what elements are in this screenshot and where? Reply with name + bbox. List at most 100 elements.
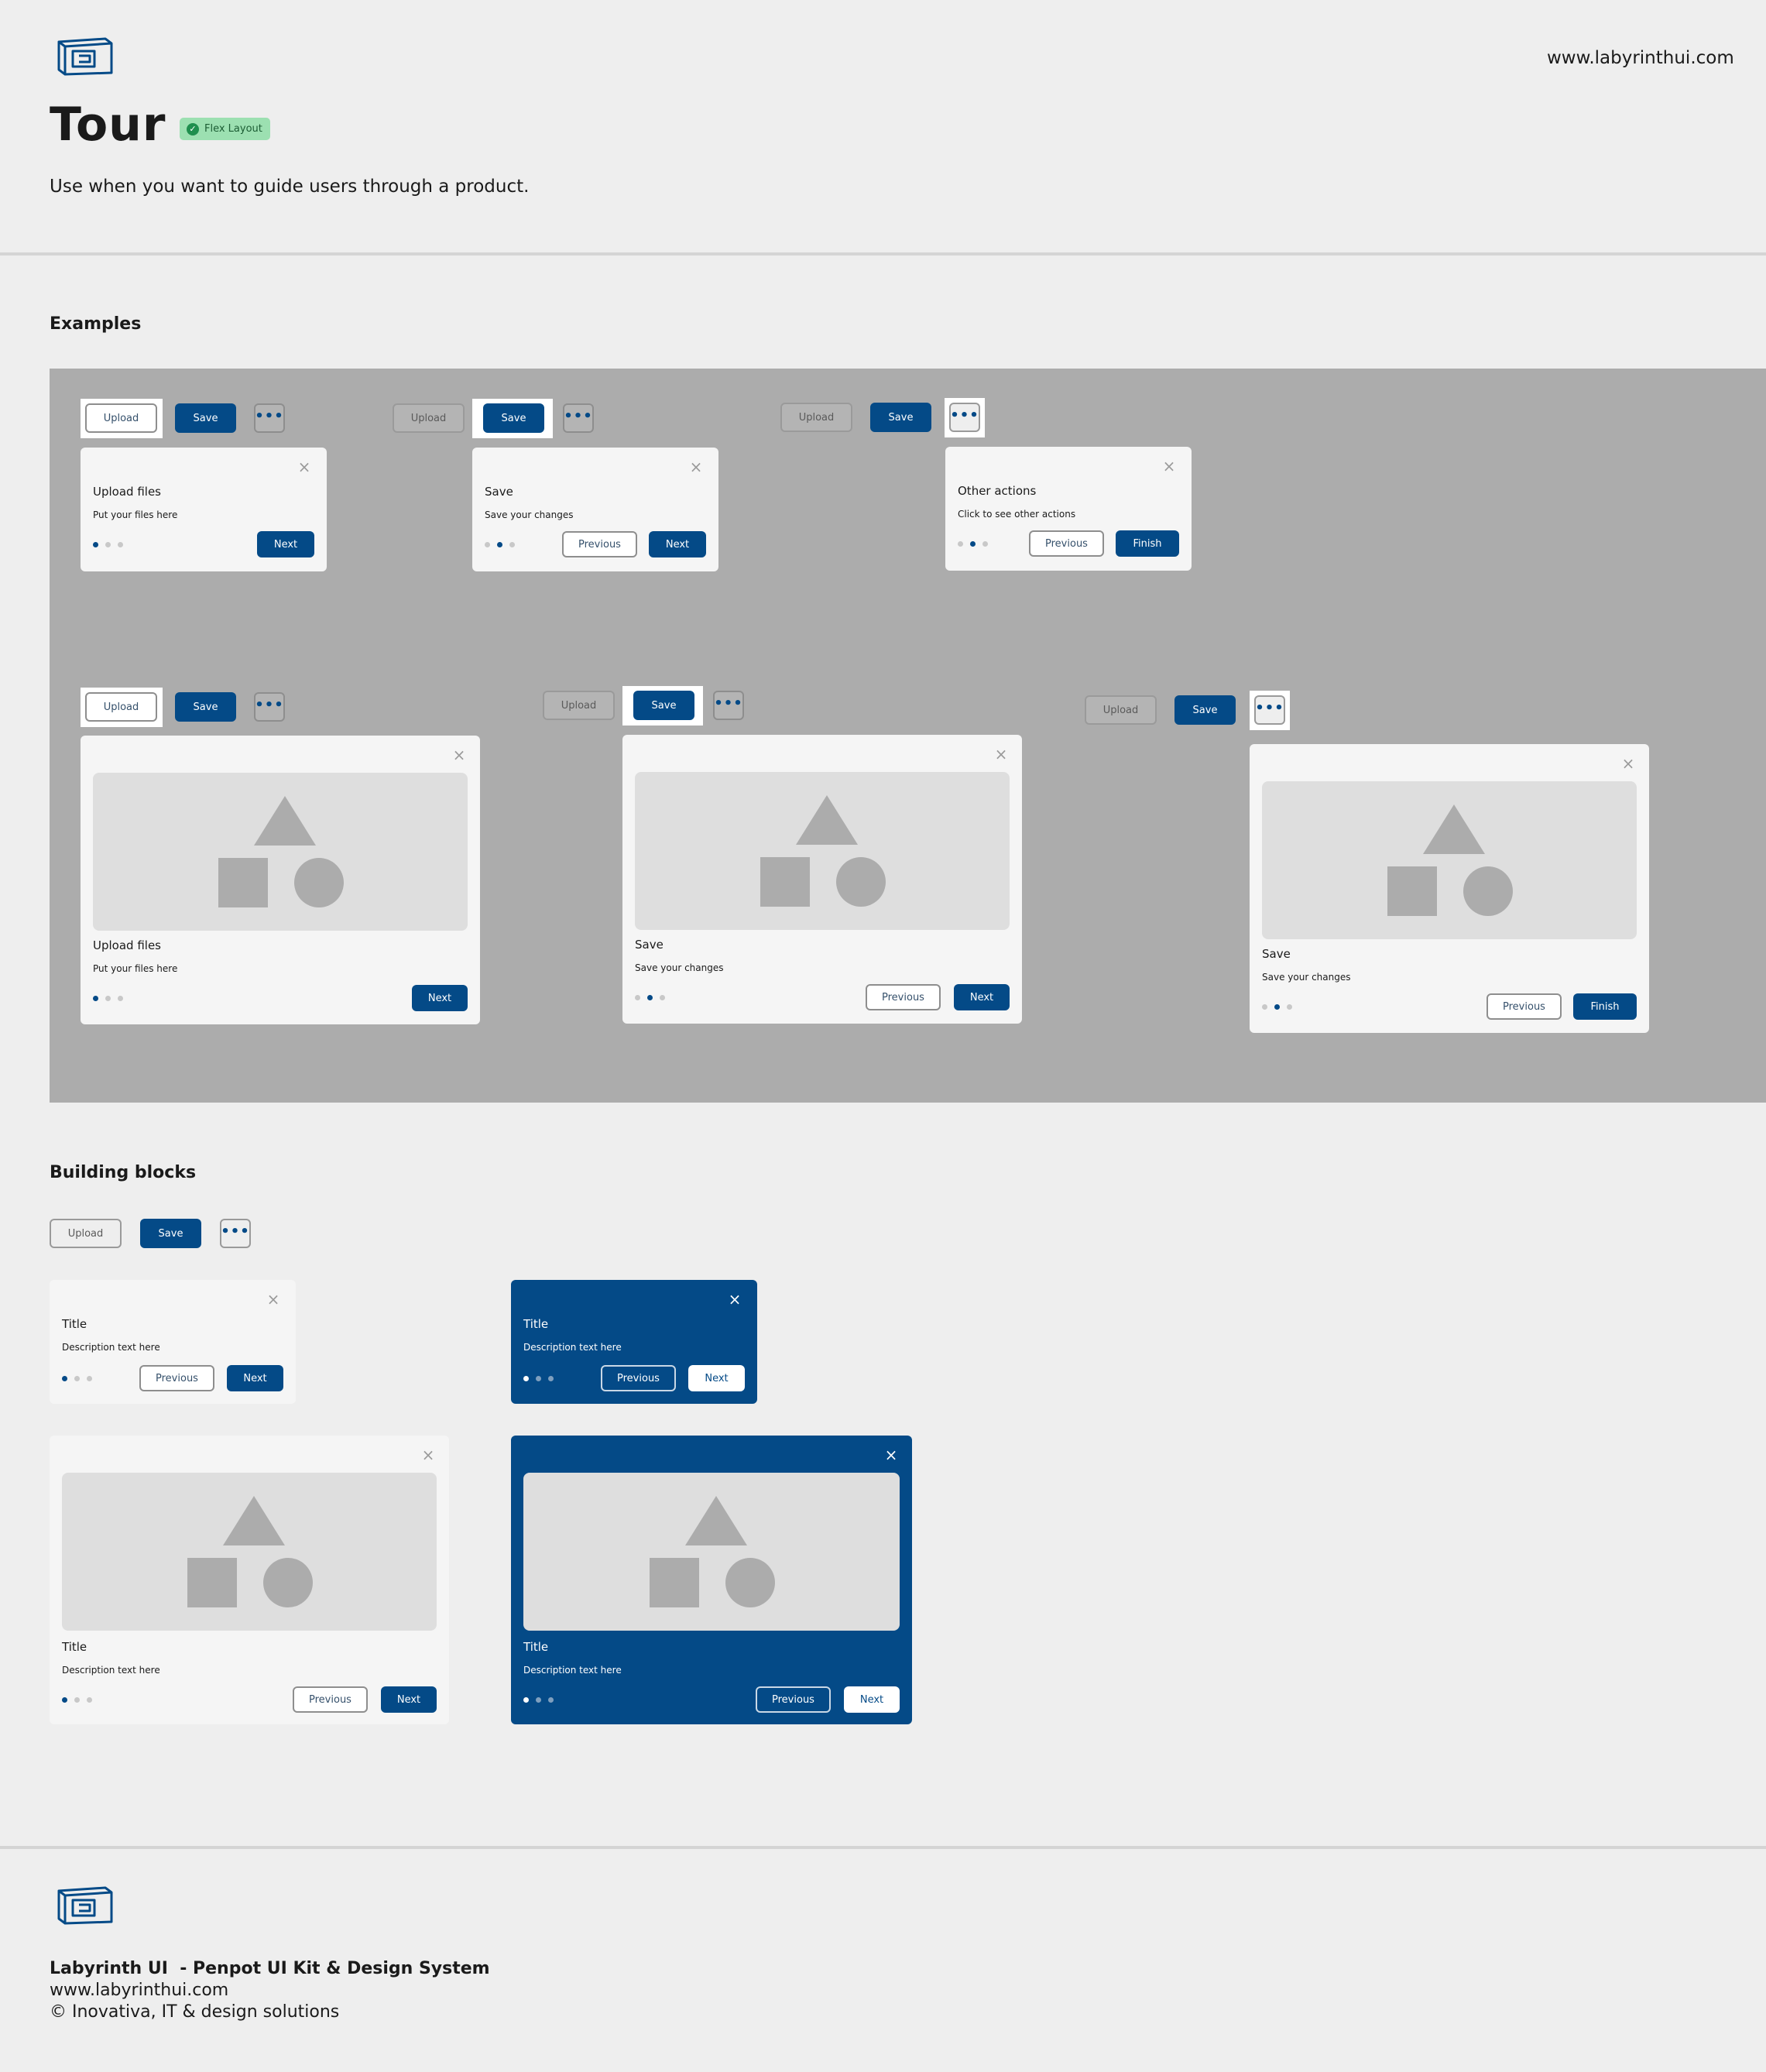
- step-dot: [660, 995, 665, 1000]
- previous-button[interactable]: Previous: [293, 1686, 368, 1713]
- close-icon[interactable]: ×: [994, 746, 1008, 762]
- step-indicator: [635, 995, 665, 1000]
- more-actions-button[interactable]: •••: [1254, 695, 1285, 725]
- step-dot: [635, 995, 640, 1000]
- header-site-url[interactable]: www.labyrinthui.com: [1547, 48, 1734, 68]
- close-icon[interactable]: ×: [1162, 458, 1176, 474]
- upload-button[interactable]: Upload: [393, 403, 465, 433]
- upload-button[interactable]: Upload: [85, 403, 157, 433]
- step-dot: [118, 996, 123, 1001]
- tour-popover: × Save Save your changes Previous Next: [472, 448, 718, 571]
- step-indicator: [523, 1697, 554, 1703]
- upload-button[interactable]: Upload: [780, 403, 852, 432]
- step-indicator: [62, 1376, 92, 1381]
- save-button[interactable]: Save: [870, 403, 931, 432]
- next-button[interactable]: Next: [649, 531, 706, 557]
- examples-heading: Examples: [50, 314, 142, 334]
- popover-title: Save: [635, 938, 664, 952]
- footer-copyright: © Inovativa, IT & design solutions: [50, 2002, 340, 2022]
- close-icon[interactable]: ×: [1621, 756, 1635, 771]
- popover-title: Title: [62, 1317, 87, 1331]
- next-button[interactable]: Next: [954, 984, 1010, 1010]
- step-indicator: [62, 1697, 92, 1703]
- save-button[interactable]: Save: [633, 691, 694, 720]
- step-dot: [970, 541, 976, 547]
- close-icon[interactable]: ×: [884, 1447, 898, 1463]
- popover-description: Save your changes: [635, 962, 724, 973]
- footer-divider: [0, 1846, 1766, 1849]
- popover-title: Upload files: [93, 485, 161, 499]
- close-icon[interactable]: ×: [452, 747, 466, 763]
- next-button[interactable]: Next: [381, 1686, 437, 1713]
- tour-popover-light-with-image: × Title Description text here Previous N…: [50, 1436, 449, 1724]
- save-button[interactable]: Save: [175, 403, 236, 433]
- save-button[interactable]: Save: [175, 692, 236, 722]
- more-actions-button[interactable]: •••: [563, 403, 594, 433]
- upload-button[interactable]: Upload: [543, 691, 615, 720]
- upload-button[interactable]: Upload: [1085, 695, 1157, 725]
- step-indicator: [93, 996, 123, 1001]
- tour-popover-with-image: × Save Save your changes Previous Finish: [1250, 744, 1649, 1033]
- step-indicator: [958, 541, 988, 547]
- previous-button[interactable]: Previous: [866, 984, 941, 1010]
- step-dot: [93, 542, 98, 547]
- close-icon[interactable]: ×: [297, 459, 311, 475]
- step-dot: [523, 1697, 529, 1703]
- tour-popover: × Upload files Put your files here Next: [81, 448, 327, 571]
- previous-button[interactable]: Previous: [756, 1686, 831, 1713]
- popover-title: Title: [523, 1640, 549, 1654]
- tour-popover-dark-with-image: × Title Description text here Previous N…: [511, 1436, 912, 1724]
- save-button[interactable]: Save: [483, 403, 544, 433]
- step-indicator: [523, 1376, 554, 1381]
- previous-button[interactable]: Previous: [1029, 530, 1104, 557]
- image-placeholder: [635, 772, 1010, 930]
- close-icon[interactable]: ×: [728, 1292, 742, 1307]
- more-actions-button[interactable]: •••: [713, 691, 744, 720]
- step-dot: [87, 1376, 92, 1381]
- more-actions-button[interactable]: •••: [254, 692, 285, 722]
- check-icon: ✓: [187, 122, 199, 136]
- tour-popover-dark: × Title Description text here Previous N…: [511, 1280, 757, 1404]
- step-dot: [523, 1376, 529, 1381]
- more-actions-button[interactable]: •••: [220, 1219, 251, 1248]
- more-actions-button[interactable]: •••: [949, 403, 980, 432]
- previous-button[interactable]: Previous: [1487, 993, 1562, 1020]
- popover-title: Save: [1262, 947, 1291, 961]
- image-placeholder: [523, 1473, 900, 1631]
- close-icon[interactable]: ×: [266, 1292, 280, 1307]
- next-button[interactable]: Next: [844, 1686, 900, 1713]
- popover-description: Description text here: [523, 1342, 622, 1353]
- close-icon[interactable]: ×: [421, 1447, 435, 1463]
- image-placeholder: [1262, 781, 1637, 939]
- step-dot: [958, 541, 963, 547]
- more-actions-button[interactable]: •••: [254, 403, 285, 433]
- finish-button[interactable]: Finish: [1573, 993, 1637, 1020]
- next-button[interactable]: Next: [227, 1365, 283, 1391]
- labyrinth-logo-icon: [56, 1885, 115, 1925]
- close-icon[interactable]: ×: [689, 459, 703, 475]
- previous-button[interactable]: Previous: [601, 1365, 676, 1391]
- step-dot: [74, 1697, 80, 1703]
- footer-site-url[interactable]: www.labyrinthui.com: [50, 1981, 228, 2000]
- previous-button[interactable]: Previous: [139, 1365, 214, 1391]
- step-dot: [62, 1376, 67, 1381]
- upload-button[interactable]: Upload: [50, 1219, 122, 1248]
- page-subtitle: Use when you want to guide users through…: [50, 177, 530, 197]
- tour-popover-with-image: × Save Save your changes Previous Next: [622, 735, 1022, 1024]
- save-button[interactable]: Save: [1174, 695, 1236, 725]
- step-dot: [118, 542, 123, 547]
- finish-button[interactable]: Finish: [1116, 530, 1179, 557]
- step-indicator: [93, 542, 123, 547]
- page-title: Tour: [50, 98, 166, 152]
- upload-button[interactable]: Upload: [85, 692, 157, 722]
- popover-description: Description text here: [62, 1665, 160, 1676]
- tour-popover-with-image: × Upload files Put your files here Next: [81, 736, 480, 1024]
- previous-button[interactable]: Previous: [562, 531, 637, 557]
- next-button[interactable]: Next: [688, 1365, 745, 1391]
- step-dot: [105, 996, 111, 1001]
- next-button[interactable]: Next: [257, 531, 314, 557]
- step-indicator: [1262, 1004, 1292, 1010]
- next-button[interactable]: Next: [412, 985, 468, 1011]
- save-button[interactable]: Save: [140, 1219, 201, 1248]
- popover-description: Save your changes: [1262, 972, 1351, 983]
